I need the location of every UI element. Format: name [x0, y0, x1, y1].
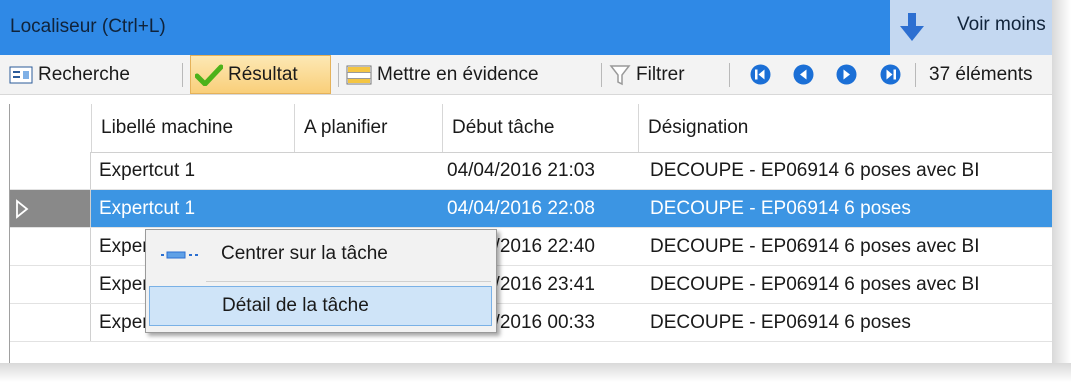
cell-machine: Expertcut 1 [99, 198, 196, 219]
menu-item-label: Centrer sur la tâche [221, 243, 388, 264]
cell-debut: 04/04/2016 22:08 [447, 198, 595, 219]
column-header-planifier[interactable]: A planifier [295, 104, 443, 152]
cell-designation: DECOUPE - EP06914 6 poses avec BI [650, 274, 980, 295]
highlight-label: Mettre en évidence [377, 63, 539, 85]
toolbar-separator [729, 63, 730, 87]
cell-designation: DECOUPE - EP06914 6 poses avec BI [650, 160, 980, 181]
context-menu: Centrer sur la tâche Détail de la tâche [145, 229, 497, 333]
element-count: 37 éléments [924, 55, 1033, 94]
menu-item-center-on-task[interactable]: Centrer sur la tâche [149, 234, 492, 274]
filter-button[interactable]: Filtrer [609, 55, 685, 94]
cell-designation: DECOUPE - EP06914 6 poses avec BI [650, 236, 980, 257]
next-icon[interactable] [836, 64, 857, 85]
table-row[interactable]: Expertcut 1 04/04/2016 21:03 DECOUPE - E… [10, 152, 1052, 190]
row-header[interactable] [10, 152, 91, 189]
grid-header: Libellé machine A planifier Début tâche … [10, 104, 1052, 153]
result-button[interactable]: Résultat [190, 55, 331, 94]
row-header[interactable] [10, 190, 91, 227]
cell-debut: 04/04/2016 21:03 [447, 160, 595, 181]
column-header-designation[interactable]: Désignation [639, 104, 1052, 152]
toolbar-separator [182, 63, 183, 87]
window-shadow-bottom [0, 363, 1071, 382]
toolbar: Recherche Résultat Mettre en évidence Fi… [0, 55, 1052, 95]
view-less-button[interactable]: Voir moins [957, 14, 1046, 36]
search-button[interactable]: Recherche [9, 55, 130, 94]
row-header[interactable] [10, 266, 91, 303]
cell-machine: Expertcut 1 [99, 160, 196, 181]
table-row-selected[interactable]: Expertcut 1 04/04/2016 22:08 DECOUPE - E… [10, 190, 1052, 228]
count-label: 37 éléments [929, 63, 1033, 85]
menu-item-label: Détail de la tâche [222, 295, 369, 316]
check-icon [195, 64, 223, 86]
search-label: Recherche [38, 63, 130, 85]
window-shadow-right [1052, 0, 1071, 382]
panel-title: Localiseur (Ctrl+L) [10, 16, 166, 37]
row-header[interactable] [10, 304, 91, 341]
toolbar-separator [601, 63, 602, 87]
toolbar-separator [915, 63, 916, 87]
locator-panel: Localiseur (Ctrl+L) Voir moins Recherche… [0, 0, 1052, 363]
menu-item-task-detail[interactable]: Détail de la tâche [149, 286, 492, 326]
first-icon[interactable] [750, 64, 771, 85]
row-header-corner [10, 104, 92, 152]
filter-icon [609, 64, 631, 85]
column-header-machine[interactable]: Libellé machine [92, 104, 295, 152]
previous-icon[interactable] [793, 64, 814, 85]
search-icon [9, 66, 33, 83]
title-bar: Localiseur (Ctrl+L) Voir moins [0, 0, 1052, 55]
cell-designation: DECOUPE - EP06914 6 poses [650, 312, 911, 333]
toolbar-separator [338, 63, 339, 87]
row-header[interactable] [10, 228, 91, 265]
menu-separator [206, 281, 491, 282]
result-label: Résultat [228, 63, 298, 85]
arrow-down-icon[interactable] [898, 11, 926, 43]
highlight-icon [346, 65, 372, 84]
filter-label: Filtrer [636, 63, 685, 85]
current-row-indicator-icon [16, 199, 29, 219]
highlight-button[interactable]: Mettre en évidence [346, 55, 539, 94]
column-header-debut[interactable]: Début tâche [443, 104, 639, 152]
center-on-task-icon [161, 251, 198, 259]
last-icon[interactable] [880, 64, 901, 85]
cell-designation: DECOUPE - EP06914 6 poses [650, 198, 911, 219]
